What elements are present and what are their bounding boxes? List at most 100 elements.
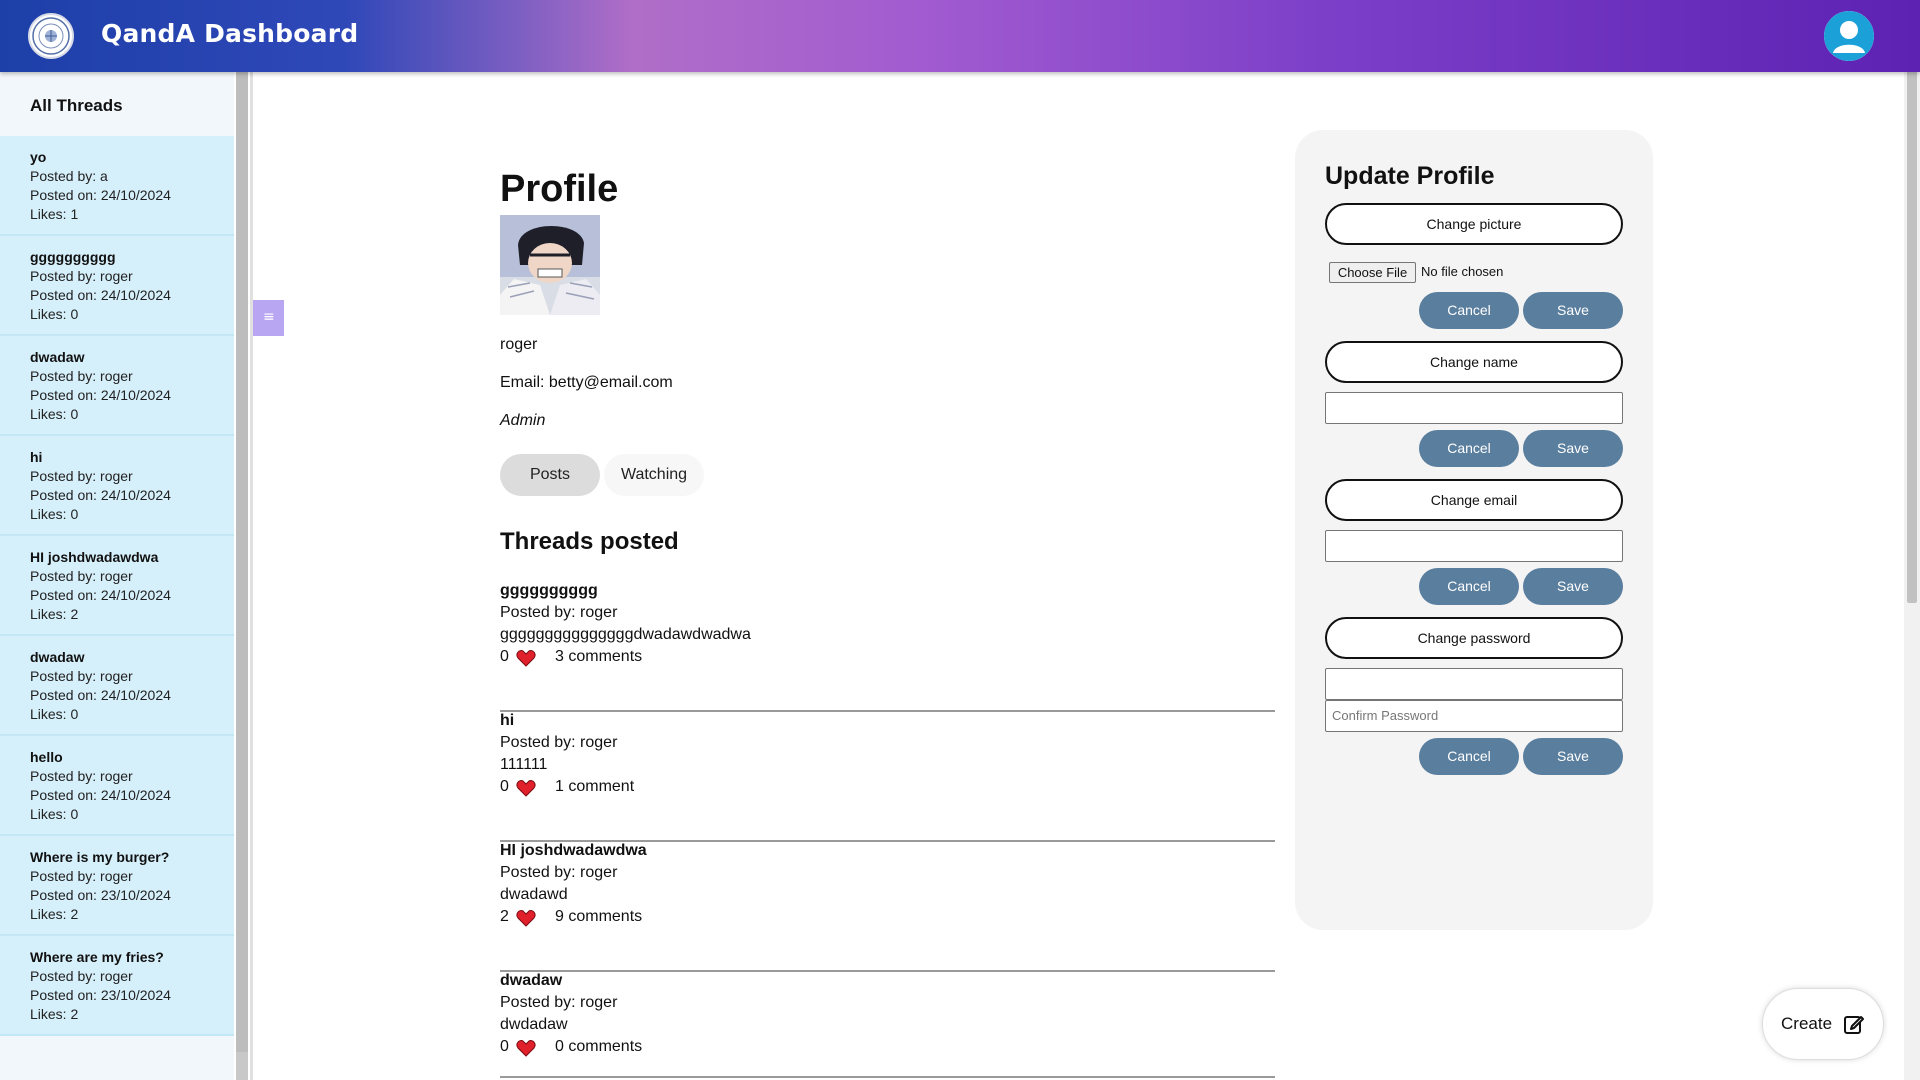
page-scrollbar[interactable] — [1904, 0, 1920, 1080]
thread-author: Posted by: a — [30, 168, 108, 184]
thread-date: Posted on: 24/10/2024 — [30, 587, 171, 603]
post-author: Posted by: roger — [500, 994, 618, 1011]
cancel-picture-button[interactable]: Cancel — [1419, 292, 1519, 329]
sidebar-toggle-button[interactable]: ≡ — [253, 300, 284, 336]
name-input[interactable] — [1325, 392, 1623, 424]
posted-thread[interactable]: gggggggggg Posted by: roger gggggggggggg… — [500, 582, 1275, 712]
profile-role: Admin — [500, 412, 546, 429]
posted-thread[interactable]: HI joshdwadawdwa Posted by: roger dwadaw… — [500, 842, 1275, 972]
thread-list-item[interactable]: dwadaw Posted by: roger Posted on: 24/10… — [0, 636, 234, 736]
thread-title: hi — [30, 449, 43, 465]
thread-title: yo — [30, 149, 47, 165]
user-avatar-icon[interactable] — [1824, 11, 1874, 61]
post-body: gggggggggggggggdwadawdwadwa — [500, 626, 751, 643]
thread-list-item[interactable]: hi Posted by: roger Posted on: 24/10/202… — [0, 436, 234, 536]
heart-icon[interactable] — [516, 1039, 536, 1057]
thread-likes: Likes: 0 — [30, 806, 79, 822]
thread-author: Posted by: roger — [30, 368, 133, 384]
post-body: dwadawd — [500, 886, 568, 903]
tab-posts[interactable]: Posts — [500, 454, 600, 496]
heart-icon[interactable] — [516, 779, 536, 797]
profile-picture — [500, 215, 600, 315]
change-email-button[interactable]: Change email — [1325, 479, 1623, 521]
thread-likes: Likes: 0 — [30, 506, 79, 522]
thread-author: Posted by: roger — [30, 968, 133, 984]
tab-watching[interactable]: Watching — [604, 454, 704, 496]
thread-likes: Likes: 2 — [30, 906, 79, 922]
thread-title: Where is my burger? — [30, 849, 170, 865]
thread-title: gggggggggg — [30, 249, 116, 265]
file-status: No file chosen — [1421, 264, 1504, 279]
post-likes-count: 0 — [500, 648, 509, 665]
thread-date: Posted on: 23/10/2024 — [30, 987, 171, 1003]
thread-likes: Likes: 1 — [30, 206, 79, 222]
thread-list: yo Posted by: a Posted on: 24/10/2024 Li… — [0, 136, 234, 1036]
posted-thread[interactable]: dwadaw Posted by: roger dwdadaw 0 0 comm… — [500, 972, 1275, 1078]
thread-likes: Likes: 2 — [30, 606, 79, 622]
thread-date: Posted on: 24/10/2024 — [30, 387, 171, 403]
save-name-button[interactable]: Save — [1523, 430, 1623, 467]
post-title[interactable]: HI joshdwadawdwa — [500, 842, 647, 860]
create-label: Create — [1781, 1014, 1833, 1033]
save-email-button[interactable]: Save — [1523, 568, 1623, 605]
posted-thread[interactable]: hi Posted by: roger 111111 0 1 comment — [500, 712, 1275, 842]
change-picture-button[interactable]: Change picture — [1325, 203, 1623, 245]
thread-date: Posted on: 24/10/2024 — [30, 787, 171, 803]
cancel-password-button[interactable]: Cancel — [1419, 738, 1519, 775]
cancel-email-button[interactable]: Cancel — [1419, 568, 1519, 605]
thread-list-item[interactable]: gggggggggg Posted by: roger Posted on: 2… — [0, 236, 234, 336]
threads-posted-heading: Threads posted — [500, 528, 679, 555]
thread-likes: Likes: 2 — [30, 1006, 79, 1022]
post-title[interactable]: dwadaw — [500, 972, 562, 990]
sidebar-scrollbar-thumb[interactable] — [236, 72, 248, 1052]
sidebar-divider — [250, 72, 253, 1080]
create-button[interactable]: Create — [1762, 988, 1884, 1060]
save-picture-button[interactable]: Save — [1523, 292, 1623, 329]
update-profile-title: Update Profile — [1325, 162, 1495, 190]
thread-date: Posted on: 23/10/2024 — [30, 887, 171, 903]
post-comments-link[interactable]: 0 comments — [555, 1038, 642, 1056]
password-input[interactable] — [1325, 668, 1623, 700]
post-comments-link[interactable]: 9 comments — [555, 908, 642, 926]
cancel-name-button[interactable]: Cancel — [1419, 430, 1519, 467]
thread-list-item[interactable]: Where are my fries? Posted by: roger Pos… — [0, 936, 234, 1036]
post-comments-link[interactable]: 1 comment — [555, 778, 634, 796]
post-author: Posted by: roger — [500, 604, 618, 621]
thread-list-item[interactable]: dwadaw Posted by: roger Posted on: 24/10… — [0, 336, 234, 436]
change-name-button[interactable]: Change name — [1325, 341, 1623, 383]
thread-title: Where are my fries? — [30, 949, 164, 965]
thread-date: Posted on: 24/10/2024 — [30, 187, 171, 203]
post-title[interactable]: hi — [500, 712, 514, 730]
thread-list-item[interactable]: hello Posted by: roger Posted on: 24/10/… — [0, 736, 234, 836]
thread-author: Posted by: roger — [30, 468, 133, 484]
thread-author: Posted by: roger — [30, 668, 133, 684]
choose-file-button[interactable]: Choose File — [1329, 262, 1416, 283]
heart-icon[interactable] — [516, 909, 536, 927]
thread-likes: Likes: 0 — [30, 706, 79, 722]
thread-author: Posted by: roger — [30, 268, 133, 284]
thread-list-item[interactable]: yo Posted by: a Posted on: 24/10/2024 Li… — [0, 136, 234, 236]
profile-name: roger — [500, 336, 538, 353]
thread-list-item[interactable]: HI joshdwadawdwa Posted by: roger Posted… — [0, 536, 234, 636]
thread-title: HI joshdwadawdwa — [30, 549, 159, 565]
post-body: 111111 — [500, 756, 548, 773]
post-author: Posted by: roger — [500, 734, 618, 751]
page-scrollbar-thumb[interactable] — [1907, 0, 1917, 603]
save-password-button[interactable]: Save — [1523, 738, 1623, 775]
sidebar-scrollbar[interactable] — [236, 72, 248, 1080]
post-comments-link[interactable]: 3 comments — [555, 648, 642, 666]
thread-author: Posted by: roger — [30, 568, 133, 584]
change-password-button[interactable]: Change password — [1325, 617, 1623, 659]
confirm-password-input[interactable]: Confirm Password — [1325, 700, 1623, 732]
post-title[interactable]: gggggggggg — [500, 582, 598, 600]
app-title: QandA Dashboard — [101, 19, 359, 48]
thread-title: dwadaw — [30, 649, 85, 665]
logo-icon — [28, 13, 74, 59]
thread-sidebar: All Threads yo Posted by: a Posted on: 2… — [0, 72, 234, 1080]
thread-date: Posted on: 24/10/2024 — [30, 487, 171, 503]
heart-icon[interactable] — [516, 649, 536, 667]
update-profile-panel: Update Profile Change picture Choose Fil… — [1295, 130, 1653, 930]
thread-author: Posted by: roger — [30, 768, 133, 784]
email-input[interactable] — [1325, 530, 1623, 562]
thread-list-item[interactable]: Where is my burger? Posted by: roger Pos… — [0, 836, 234, 936]
